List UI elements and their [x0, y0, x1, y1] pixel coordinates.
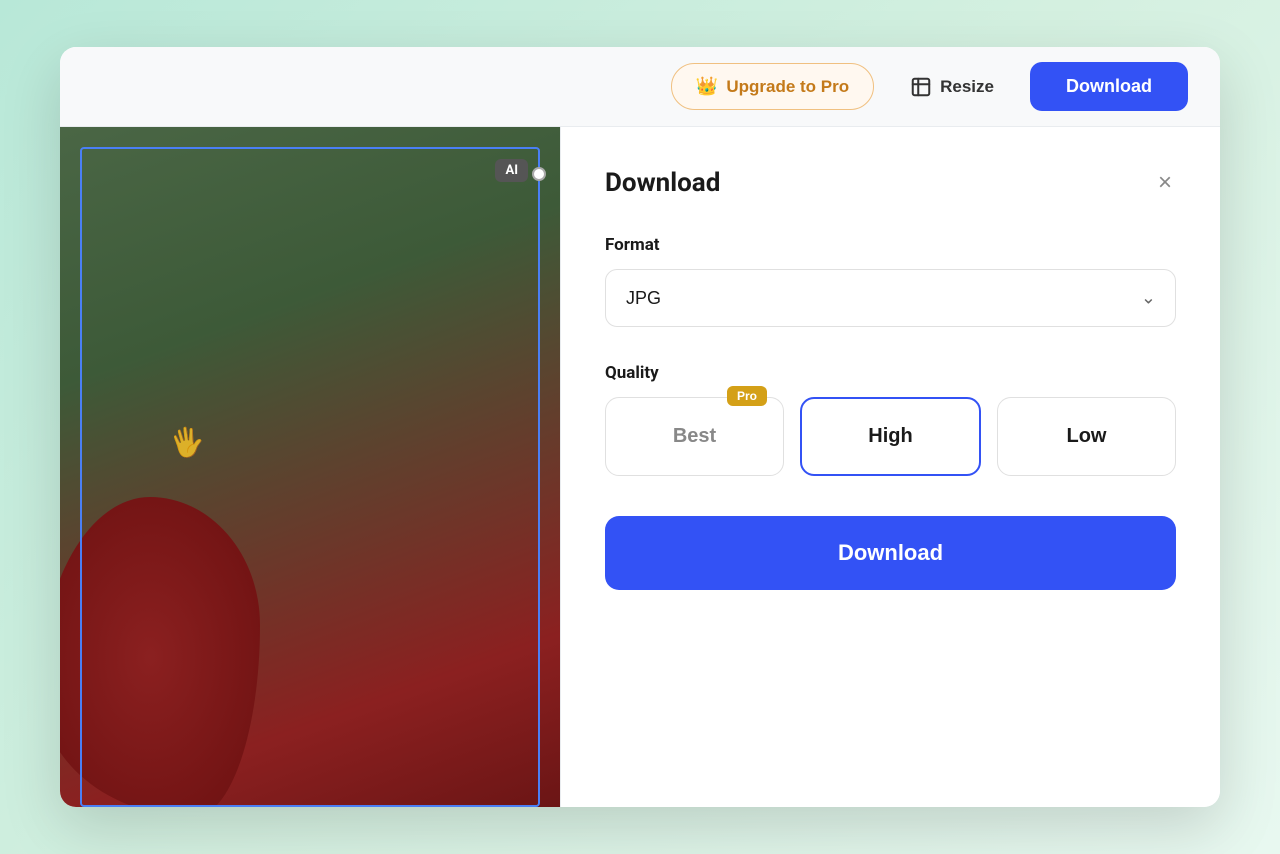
- resize-label: Resize: [940, 77, 994, 97]
- download-panel: Download × Format JPG PNG WEBP ⌄ Quality: [560, 127, 1220, 807]
- quality-section: Quality Pro Best High Low: [605, 363, 1176, 516]
- panel-title: Download: [605, 168, 720, 198]
- quality-low-button[interactable]: Low: [997, 397, 1176, 476]
- canvas-border: [80, 147, 540, 807]
- close-button[interactable]: ×: [1154, 167, 1176, 199]
- ai-badge: AI: [495, 159, 528, 182]
- cursor-hand-icon: 🖐: [167, 423, 207, 462]
- quality-low-label: Low: [1067, 425, 1107, 447]
- format-select[interactable]: JPG PNG WEBP: [605, 269, 1176, 327]
- quality-best-label: Best: [673, 425, 716, 447]
- format-section: Format JPG PNG WEBP ⌄: [605, 235, 1176, 363]
- format-select-wrapper: JPG PNG WEBP ⌄: [605, 269, 1176, 327]
- quality-options: Pro Best High Low: [605, 397, 1176, 476]
- resize-button[interactable]: Resize: [890, 64, 1014, 110]
- format-label: Format: [605, 235, 1176, 255]
- quality-high-button[interactable]: High: [800, 397, 981, 476]
- resize-icon: [910, 76, 932, 98]
- quality-label: Quality: [605, 363, 1176, 383]
- pro-badge: Pro: [727, 386, 767, 406]
- quality-high-label: High: [868, 425, 912, 447]
- panel-header: Download ×: [605, 167, 1176, 199]
- upgrade-label: Upgrade to Pro: [726, 77, 849, 97]
- quality-best-button[interactable]: Pro Best: [605, 397, 784, 476]
- crown-icon: 👑: [696, 76, 718, 97]
- resize-handle[interactable]: [532, 167, 546, 181]
- download-header-button[interactable]: Download: [1030, 62, 1188, 111]
- canvas-image: AI 🖐: [60, 127, 560, 807]
- main-content: AI 🖐 Download × Format JPG PNG WEBP ⌄: [60, 127, 1220, 807]
- download-main-button[interactable]: Download: [605, 516, 1176, 590]
- upgrade-to-pro-button[interactable]: 👑 Upgrade to Pro: [671, 63, 874, 110]
- app-window: 👑 Upgrade to Pro Resize Download AI 🖐: [60, 47, 1220, 807]
- canvas-area[interactable]: AI 🖐: [60, 127, 560, 807]
- top-bar: 👑 Upgrade to Pro Resize Download: [60, 47, 1220, 127]
